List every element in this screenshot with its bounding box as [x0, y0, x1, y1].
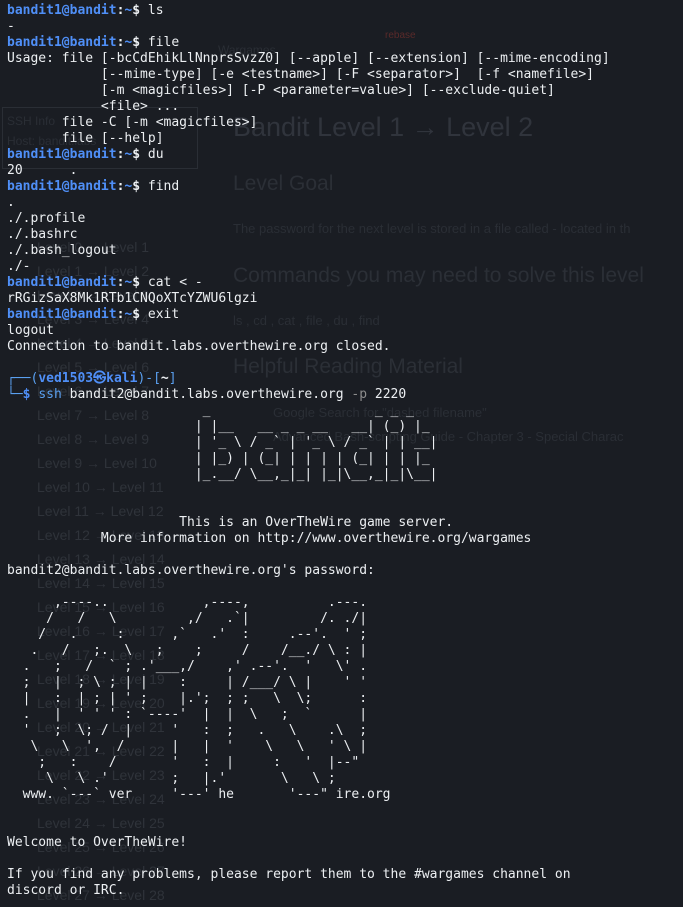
output-line: file -C [-m <magicfiles>] — [7, 115, 258, 130]
problems-text: If you find any problems, please report … — [7, 867, 571, 882]
welcome-text: Welcome to OverTheWire! — [7, 835, 188, 850]
ssh-target: bandit2@bandit.labs.overthewire.org — [61, 387, 352, 402]
output-line: logout — [7, 323, 54, 338]
ssh-port-flag: -p — [351, 387, 368, 402]
output-line: [-m <magicfiles>] [-P <parameter=value>]… — [7, 83, 555, 98]
kali-user: ved1503 — [38, 371, 94, 386]
ascii-art-line: ,----.. ,----, .---. — [7, 595, 368, 610]
ssh-port: 2220 — [367, 387, 407, 402]
output-line: ./.bashrc — [7, 227, 78, 242]
output-line: [--mime-type] [-e <testname>] [-F <separ… — [7, 67, 594, 82]
banner-line: This is an OverTheWire game server. — [7, 515, 454, 530]
ascii-art-line: | |_) | (_| | | | | (_| | | |_ — [7, 451, 430, 466]
ascii-art-line: / . : ,` .' : .--'. ' ; — [7, 627, 368, 642]
command-text: ls — [140, 3, 164, 18]
output-line: . — [7, 195, 15, 210]
password-prompt[interactable]: bandit2@bandit.labs.overthewire.org's pa… — [7, 563, 375, 579]
prompt-line: bandit1@bandit:~$ cat < - — [7, 275, 203, 290]
output-line: ./- — [7, 259, 31, 274]
output-line: <file> ... — [7, 99, 180, 114]
ascii-art-line: \ \ .' ; |.' \ \ ; — [7, 771, 336, 786]
output-line: ./.profile — [7, 211, 86, 226]
ascii-art-line: www. `---` ver '---' he '---" ire.org — [7, 787, 391, 802]
output-line: 20 . — [7, 163, 78, 178]
problems-text: discord or IRC. — [7, 883, 125, 898]
prompt-line: bandit1@bandit:~$ file — [7, 35, 180, 50]
ascii-art-line: . ; / ` ; .'___,/ ,' .--'. ' \' . — [7, 659, 368, 674]
prompt-line: bandit1@bandit:~$ ls — [7, 3, 164, 18]
command-text: cat < - — [140, 275, 203, 290]
prompt-line: bandit1@bandit:~$ du — [7, 147, 164, 162]
kali-prompt-top: ┌──(ved1503㉿kali)-[~] — [7, 371, 177, 386]
banner-line: More information on http://www.overthewi… — [7, 531, 532, 546]
ascii-art-line: _ _ _ _ — [7, 403, 414, 418]
output-line: ./.bash_logout — [7, 243, 117, 258]
prompt-line: bandit1@bandit:~$ exit — [7, 307, 180, 322]
ascii-art-line: / / \ ,/ .`| /. ./| — [7, 611, 368, 626]
ssh-command: ssh — [38, 387, 62, 402]
ascii-art-line: . / ;. \ ; ; / /__./ \ : | — [7, 643, 368, 658]
prompt-line: bandit1@bandit:~$ find — [7, 179, 180, 194]
ascii-art-line: . | ' ' ' : `----' | | \ ; ` | — [7, 707, 368, 722]
command-text: exit — [140, 307, 180, 322]
ascii-art-line: ; | ; \ ; | | : | /___/ \ | ' ' — [7, 675, 368, 690]
ascii-art-line: \ \ ', / | | ' \ \ ' \ | — [7, 739, 368, 754]
ascii-art-line: | : | ; | ' ; |.'; ; ; \ \; : — [7, 691, 368, 706]
terminal-window[interactable]: bandit1@bandit:~$ ls - bandit1@bandit:~$… — [0, 0, 683, 907]
ascii-art-line: | |__ __ _ _ __ __| (_) |_ — [7, 419, 430, 434]
output-line: Connection to bandit.labs.overthewire.or… — [7, 339, 391, 354]
ascii-art-line: | '_ \ / _` | '_ \ / _` | | __| — [7, 435, 438, 450]
ascii-art-line: ' ; \; / | ' : ; . \ .\ ; — [7, 723, 368, 738]
command-text: find — [140, 179, 180, 194]
password-output[interactable]: rRGizSaX8Mk1RTb1CNQoXTcYZWU6lgzi — [7, 291, 257, 307]
output-line: - — [7, 19, 15, 34]
kali-host: kali — [106, 371, 138, 386]
ascii-art-line: ; : / ' : | : ' |--" — [7, 755, 360, 770]
output-line: Usage: file [-bcCdEhikLlNnprsSvzZ0] [--a… — [7, 51, 610, 66]
output-line: file [--help] — [7, 131, 164, 146]
ascii-art-line: |_.__/ \__,_|_| |_|\__,_|_|\__| — [7, 467, 438, 482]
command-text: du — [140, 147, 164, 162]
command-text: file — [140, 35, 180, 50]
kali-prompt-bottom: └─$ ssh bandit2@bandit.labs.overthewire.… — [7, 387, 407, 402]
prompt-user-host: bandit1@bandit — [7, 3, 117, 18]
